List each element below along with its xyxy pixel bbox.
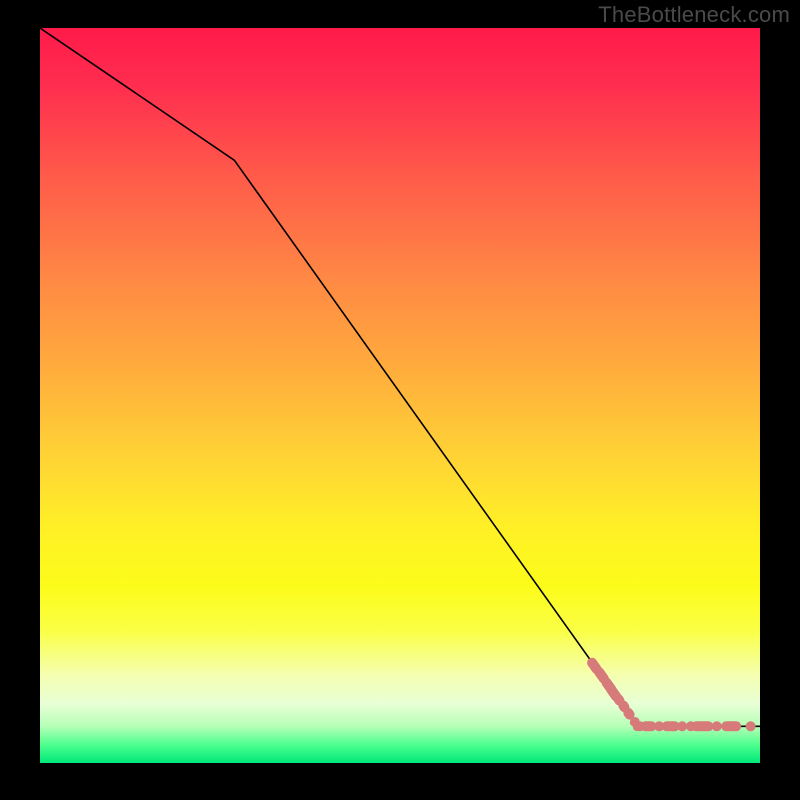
chart-line	[40, 28, 760, 726]
marker-flat-dash	[721, 721, 741, 731]
chart-svg	[40, 28, 760, 763]
marker-flat-dash	[640, 721, 656, 731]
marker-flat-dot	[677, 721, 687, 731]
marker-flat-dot	[712, 721, 722, 731]
watermark-text: TheBottleneck.com	[598, 2, 790, 28]
marker-flat-dash	[662, 721, 680, 731]
marker-flat-dash	[691, 721, 713, 731]
chart-markers-diagonal	[585, 656, 644, 733]
chart-plot-area	[40, 28, 760, 763]
marker-flat-dot	[746, 721, 756, 731]
chart-markers-flat	[635, 721, 756, 731]
